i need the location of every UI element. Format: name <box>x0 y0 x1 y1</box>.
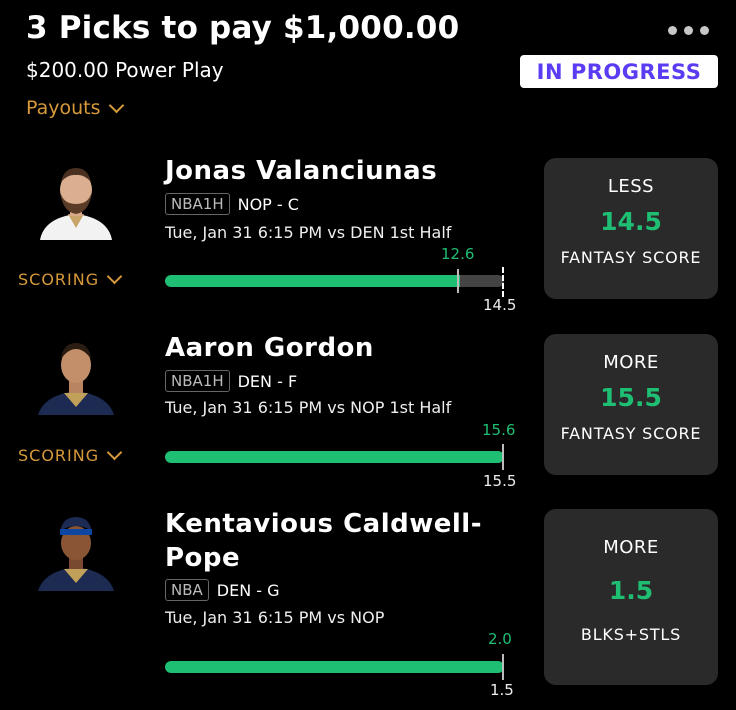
payouts-toggle[interactable]: Payouts <box>26 97 124 119</box>
projection-card: LESS 14.5 FANTASY SCORE <box>544 158 718 299</box>
projection-card: MORE 1.5 BLKS+STLS <box>544 509 718 685</box>
scoring-label: SCORING <box>18 446 100 465</box>
chevron-down-icon <box>106 268 123 285</box>
player-name: Kentavious Caldwell-Pope <box>165 509 482 573</box>
player-avatar <box>34 160 118 240</box>
game-info: Tue, Jan 31 6:15 PM vs NOP <box>165 608 385 627</box>
team-position: NOP - C <box>237 194 299 214</box>
chevron-down-icon <box>106 444 123 461</box>
progress-bar <box>165 451 504 463</box>
team-position: DEN - F <box>237 371 298 391</box>
more-options-icon[interactable] <box>668 26 716 38</box>
projection-card: MORE 15.5 FANTASY SCORE <box>544 334 718 475</box>
line-marker <box>502 267 504 297</box>
payouts-label: Payouts <box>26 97 101 119</box>
line-value: 15.5 <box>483 472 517 490</box>
scoring-toggle[interactable]: SCORING <box>18 268 123 289</box>
player-name: Jonas Valanciunas <box>165 156 438 186</box>
stat-type: FANTASY SCORE <box>560 424 702 443</box>
pick-direction: MORE <box>603 537 659 558</box>
player-meta: NBA1H NOP - C <box>165 193 299 215</box>
game-info: Tue, Jan 31 6:15 PM vs DEN 1st Half <box>165 223 452 242</box>
current-value: 2.0 <box>488 630 512 648</box>
projection-line: 15.5 <box>600 383 662 412</box>
player-meta: NBA DEN - G <box>165 579 280 601</box>
line-marker <box>502 444 504 470</box>
league-tag: NBA1H <box>165 193 230 215</box>
progress-fill <box>165 275 460 287</box>
scoring-label: SCORING <box>18 270 100 289</box>
line-value: 1.5 <box>490 681 514 699</box>
stat-type: FANTASY SCORE <box>560 248 702 267</box>
current-marker <box>457 269 459 293</box>
scoring-toggle[interactable]: SCORING <box>18 444 123 465</box>
player-avatar <box>34 335 118 415</box>
pick-direction: LESS <box>607 176 655 197</box>
league-tag: NBA <box>165 579 209 601</box>
current-value: 12.6 <box>441 245 475 263</box>
player-name: Aaron Gordon <box>165 333 374 363</box>
projection-line: 14.5 <box>600 207 662 236</box>
pick-direction: MORE <box>603 352 659 373</box>
team-position: DEN - G <box>216 580 280 600</box>
progress-bar <box>165 661 504 673</box>
league-tag: NBA1H <box>165 370 230 392</box>
stat-type: BLKS+STLS <box>580 625 682 644</box>
player-meta: NBA1H DEN - F <box>165 370 297 392</box>
player-avatar <box>34 511 118 591</box>
progress-fill <box>165 661 504 673</box>
progress-fill <box>165 451 504 463</box>
chevron-down-icon <box>108 97 124 113</box>
line-value: 14.5 <box>483 296 517 314</box>
progress-bar <box>165 275 504 287</box>
pick-summary-title: 3 Picks to pay $1,000.00 <box>26 10 460 46</box>
entry-type: $200.00 Power Play <box>26 58 224 82</box>
line-marker <box>502 654 504 680</box>
current-value: 15.6 <box>482 421 516 439</box>
projection-line: 1.5 <box>608 576 654 605</box>
game-info: Tue, Jan 31 6:15 PM vs NOP 1st Half <box>165 398 452 417</box>
status-badge: IN PROGRESS <box>520 55 718 88</box>
